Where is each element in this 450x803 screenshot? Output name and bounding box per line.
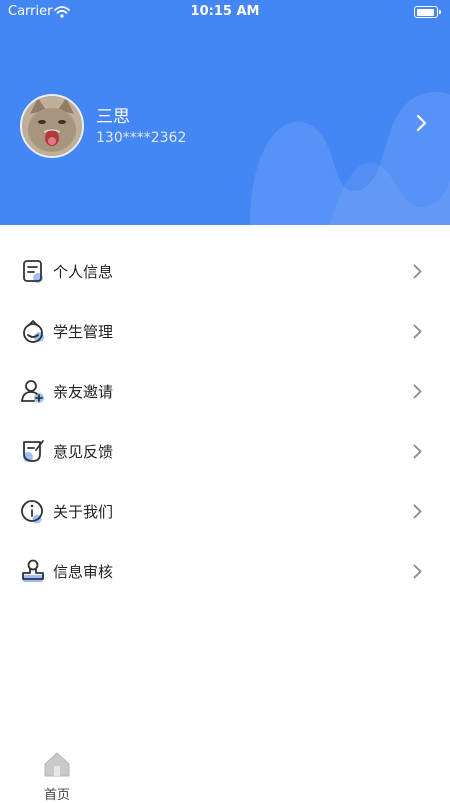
menu-item-info-review[interactable]: 信息审核 (0, 542, 450, 602)
menu-label: 信息审核 (53, 563, 114, 581)
tab-bar: 首页 (0, 740, 450, 803)
chevron-right-icon (413, 564, 422, 579)
tab-home[interactable]: 首页 (30, 746, 84, 803)
info-icon (21, 500, 43, 524)
settings-menu: 个人信息 学生管理 亲友邀请 意见反馈 关于我们 信息审核 (0, 242, 450, 602)
menu-label: 意见反馈 (53, 443, 114, 461)
person-card-icon (23, 260, 43, 283)
chevron-right-icon (413, 504, 422, 519)
profile-header: Carrier 10:15 AM 三思 130****2362 (0, 0, 450, 225)
chevron-right-icon (413, 324, 422, 339)
menu-label: 学生管理 (53, 323, 114, 341)
chevron-right-icon[interactable] (416, 114, 428, 132)
tab-home-label: 首页 (43, 788, 70, 803)
invite-friend-icon (21, 380, 44, 403)
chevron-right-icon (413, 384, 422, 399)
student-icon (23, 320, 44, 343)
menu-item-personal-info[interactable]: 个人信息 (0, 242, 450, 302)
profile-row[interactable]: 三思 130****2362 (0, 90, 450, 160)
avatar[interactable] (20, 94, 84, 158)
menu-label: 关于我们 (53, 503, 114, 521)
menu-label: 个人信息 (53, 263, 114, 281)
stamp-icon (22, 559, 44, 582)
chevron-right-icon (413, 444, 422, 459)
user-name: 三思 (96, 107, 130, 127)
menu-item-invite-friends[interactable]: 亲友邀请 (0, 362, 450, 422)
menu-item-feedback[interactable]: 意见反馈 (0, 422, 450, 482)
battery-icon (414, 6, 441, 18)
menu-item-about-us[interactable]: 关于我们 (0, 482, 450, 542)
cat-avatar-icon (22, 96, 82, 156)
home-icon (44, 752, 70, 777)
user-phone: 130****2362 (96, 130, 187, 146)
clock: 10:15 AM (190, 4, 260, 19)
status-bar: Carrier 10:15 AM (0, 0, 450, 24)
feedback-icon (23, 440, 44, 462)
menu-label: 亲友邀请 (53, 383, 114, 401)
menu-item-student-management[interactable]: 学生管理 (0, 302, 450, 362)
chevron-right-icon (413, 264, 422, 279)
